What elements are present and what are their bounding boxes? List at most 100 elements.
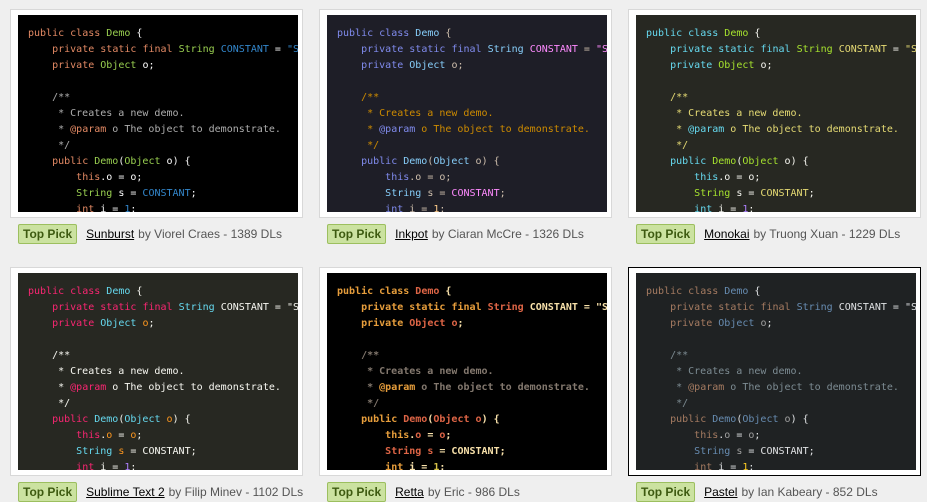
code-token: class <box>379 28 410 39</box>
code-token: final <box>760 302 791 313</box>
code-token: String <box>178 44 215 55</box>
code-token: public <box>670 156 707 167</box>
code-token: String <box>487 302 524 313</box>
top-pick-badge: Top Pick <box>327 224 387 244</box>
code-token: Object <box>433 414 470 425</box>
code-token: int <box>694 462 713 470</box>
code-line: this.o = o; <box>337 428 607 444</box>
code-token: ; <box>754 172 761 183</box>
code-token: this <box>385 172 410 183</box>
code-token: * <box>337 124 380 135</box>
code-token: o The object to demonstrate. <box>415 382 590 393</box>
code-token: ; <box>457 318 464 329</box>
code-token: Demo <box>712 156 737 167</box>
code-token: ; <box>766 60 773 71</box>
code-token: * <box>28 124 71 135</box>
theme-preview-card[interactable]: public class Demo { private static final… <box>319 9 612 218</box>
code-token: = <box>742 188 761 199</box>
code-line: public Demo(Object o) { <box>646 154 916 170</box>
code-token: int <box>76 462 95 470</box>
theme-meta: Top Pick Sunburst by Viorel Craes - 1389 D… <box>18 224 282 244</box>
code-line: * @param o The object to demonstrate. <box>646 380 916 396</box>
code-token: * Creates a new demo. <box>646 366 803 377</box>
code-line: /** <box>646 348 916 364</box>
code-token: ; <box>439 462 446 470</box>
theme-name-link[interactable]: Inkpot <box>395 227 428 241</box>
code-line: private Object o; <box>646 316 916 332</box>
code-token: * <box>646 124 689 135</box>
code-token: public <box>361 156 398 167</box>
code-token: i = <box>403 462 434 470</box>
code-token: { <box>439 28 452 39</box>
code-token: "S <box>595 302 607 313</box>
code-token: o The object to demonstrate. <box>724 124 899 135</box>
code-token: Object <box>718 60 755 71</box>
theme-preview-card[interactable]: public class Demo { private static final… <box>10 267 303 476</box>
code-token: static <box>100 302 137 313</box>
code-token: ; <box>190 446 197 457</box>
code-token: Demo <box>415 286 440 297</box>
theme-preview-card[interactable]: public class Demo { private static final… <box>10 9 303 218</box>
theme-preview-card[interactable]: public class Demo { private static final… <box>628 267 921 476</box>
code-token: = <box>268 302 287 313</box>
code-token: i = <box>712 462 743 470</box>
theme-name-link[interactable]: Retta <box>395 485 424 499</box>
code-token: = <box>421 430 440 441</box>
code-token: ; <box>499 188 506 199</box>
theme-name-link[interactable]: Monokai <box>704 227 749 241</box>
code-line: /** <box>646 90 916 106</box>
code-token: CONSTANT <box>760 446 809 457</box>
theme-meta: Top Pick Inkpot by Ciaran McCre - 1326 DLs <box>327 224 584 244</box>
theme-preview-card[interactable]: public class Demo { private static final… <box>628 9 921 218</box>
code-token: String <box>76 446 113 457</box>
code-token: private <box>361 302 404 313</box>
code-token: @param <box>70 382 107 393</box>
theme-name-link[interactable]: Sunburst <box>86 227 134 241</box>
code-line: public Demo(Object o) { <box>337 412 607 428</box>
code-token: public <box>28 28 65 39</box>
code-token: public <box>337 28 374 39</box>
theme-meta: Top Pick Pastel by Ian Kabeary - 852 DLs <box>636 482 878 502</box>
code-line: public class Demo { <box>646 26 916 42</box>
code-token: /** <box>670 92 689 103</box>
theme-meta: Top Pick Retta by Eric - 986 DLs <box>327 482 520 502</box>
code-line: /** <box>28 90 298 106</box>
code-token: */ <box>28 398 71 409</box>
code-line: String s = CONSTANT; <box>28 444 298 460</box>
code-token: Object <box>409 318 446 329</box>
code-line: * Creates a new demo. <box>646 106 916 122</box>
code-token: ; <box>190 188 197 199</box>
code-token: final <box>142 44 173 55</box>
code-line: int i = 1; <box>28 460 298 470</box>
code-token: */ <box>28 140 71 151</box>
theme-name-link[interactable]: Sublime Text 2 <box>86 485 165 499</box>
code-token: = <box>433 188 452 199</box>
theme-preview-card[interactable]: public class Demo { private static final… <box>319 267 612 476</box>
code-token: CONSTANT <box>838 44 887 55</box>
code-token: this <box>76 172 101 183</box>
code-line: int i = 1; <box>646 460 916 470</box>
code-token: * Creates a new demo. <box>28 108 185 119</box>
code-token: class <box>379 286 410 297</box>
theme-name-link[interactable]: Pastel <box>704 485 737 499</box>
code-line: this.o = o; <box>646 428 916 444</box>
code-token: String <box>385 188 422 199</box>
code-token: private <box>670 318 713 329</box>
code-line: private Object o; <box>28 58 298 74</box>
